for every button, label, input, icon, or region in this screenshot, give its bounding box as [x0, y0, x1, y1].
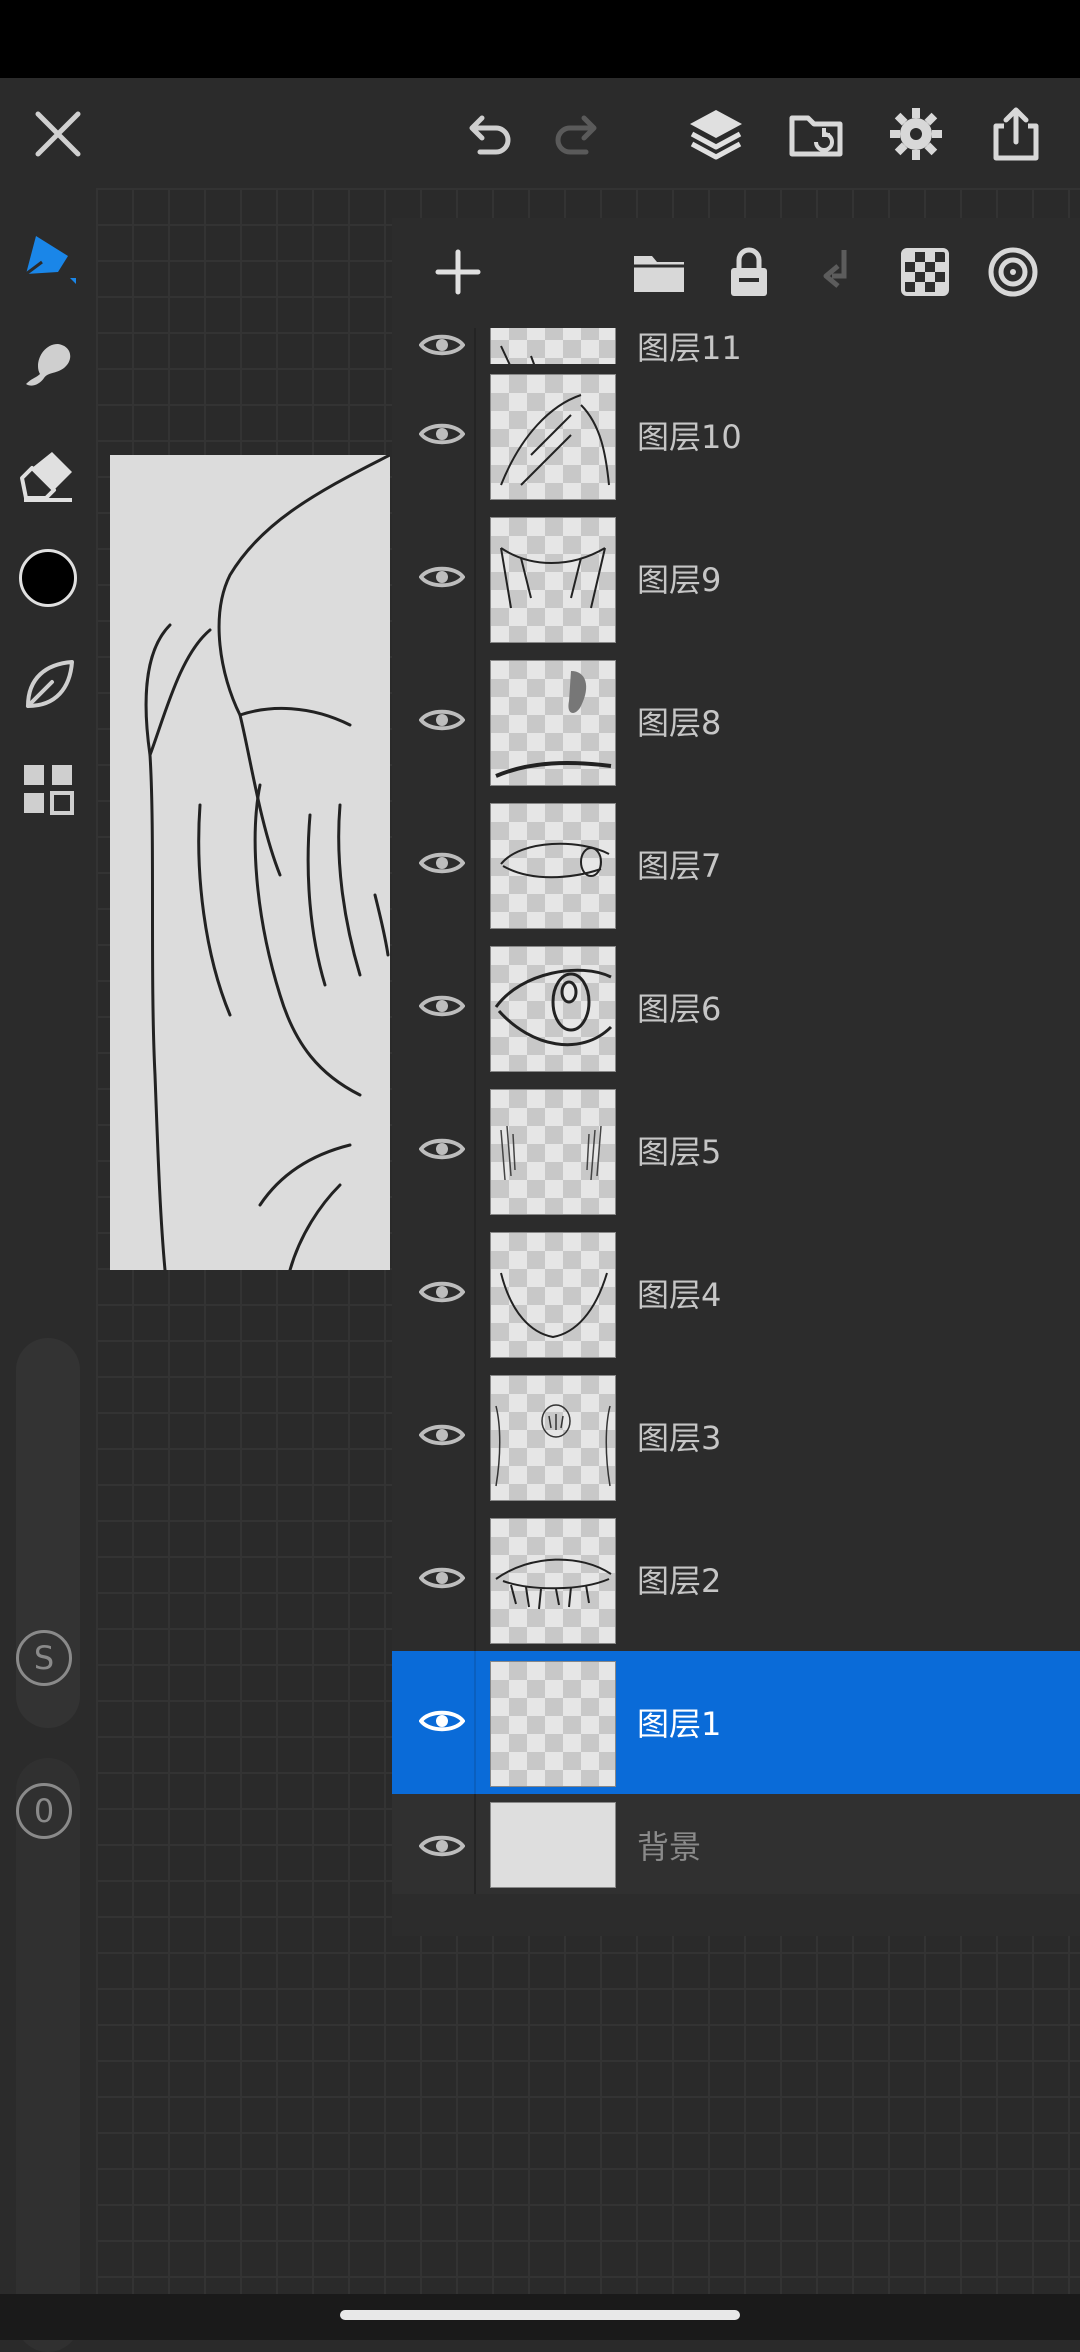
top-toolbar: [0, 78, 1080, 188]
share-icon[interactable]: [980, 98, 1052, 170]
layer-name: 图层4: [637, 1276, 722, 1314]
layer-row[interactable]: 图层10: [392, 364, 1080, 508]
eye-icon[interactable]: [412, 1691, 472, 1751]
layer-name: 图层10: [637, 418, 742, 456]
row-divider: [474, 507, 476, 650]
eye-icon[interactable]: [412, 976, 472, 1036]
layer-row[interactable]: 图层7: [392, 793, 1080, 937]
layer-name: 图层1: [637, 1705, 722, 1743]
row-divider: [474, 1508, 476, 1651]
layer-row[interactable]: 图层5: [392, 1079, 1080, 1223]
eye-icon[interactable]: [412, 1816, 472, 1876]
eye-icon[interactable]: [412, 1405, 472, 1465]
navigation-bar: [0, 2294, 1080, 2340]
home-indicator[interactable]: [340, 2310, 740, 2320]
eye-icon[interactable]: [412, 404, 472, 464]
eraser-icon[interactable]: [12, 438, 84, 510]
status-bar: [0, 0, 1080, 78]
add-icon[interactable]: [422, 236, 494, 308]
layer-row[interactable]: 图层2: [392, 1508, 1080, 1652]
tool-sidebar: S 0: [0, 188, 96, 2352]
active-color-swatch: [19, 549, 77, 607]
layer-name: 图层5: [637, 1133, 722, 1171]
layer-thumbnail: [490, 660, 616, 786]
row-divider: [474, 1651, 476, 1794]
layer-name: 图层11: [637, 329, 742, 367]
layers-toolbar: [392, 218, 1080, 328]
layer-thumbnail: [490, 1089, 616, 1215]
row-divider: [474, 793, 476, 936]
size-badge: S: [16, 1630, 72, 1686]
eye-icon[interactable]: [412, 1119, 472, 1179]
layer-row[interactable]: 图层8: [392, 650, 1080, 794]
layer-thumbnail: [490, 517, 616, 643]
layer-name: 图层7: [637, 847, 722, 885]
row-divider: [474, 936, 476, 1079]
row-divider: [474, 364, 476, 507]
layer-thumbnail: [490, 803, 616, 929]
row-divider: [474, 1222, 476, 1365]
redo-icon[interactable]: [542, 98, 614, 170]
eye-icon[interactable]: [412, 833, 472, 893]
opacity-slider[interactable]: [16, 1758, 80, 2352]
eye-icon[interactable]: [412, 1548, 472, 1608]
layer-name: 图层3: [637, 1419, 722, 1457]
eye-icon[interactable]: [412, 690, 472, 750]
row-divider: [474, 1794, 476, 1894]
opacity-badge: 0: [16, 1783, 72, 1839]
layer-row[interactable]: 图层9: [392, 507, 1080, 651]
gear-icon[interactable]: [880, 98, 952, 170]
checker-icon[interactable]: [889, 236, 961, 308]
lock-icon[interactable]: [713, 236, 785, 308]
merge-down-icon[interactable]: [802, 236, 874, 308]
layer-row-background[interactable]: 背景: [392, 1794, 1080, 1894]
row-divider: [474, 1365, 476, 1508]
layer-thumbnail: [490, 1375, 616, 1501]
folder-icon[interactable]: [623, 236, 695, 308]
blend-icon[interactable]: [977, 236, 1049, 308]
layer-thumbnail: [490, 1518, 616, 1644]
layer-name: 图层6: [637, 990, 722, 1028]
smudge-icon[interactable]: [12, 328, 84, 400]
layers-icon[interactable]: [680, 98, 752, 170]
layer-row[interactable]: 图层6: [392, 936, 1080, 1080]
layer-name: 图层2: [637, 1562, 722, 1600]
undo-icon[interactable]: [452, 98, 524, 170]
grid-icon[interactable]: [12, 753, 84, 825]
import-icon[interactable]: [780, 98, 852, 170]
layer-name: 背景: [637, 1828, 702, 1866]
layers-panel: 图层11 图层10 图层9 图层8 图层7 图层6 图层5 图层4 图层3 图层…: [392, 218, 1080, 1936]
color-icon[interactable]: [12, 542, 84, 614]
eye-icon[interactable]: [412, 547, 472, 607]
layer-row-selected[interactable]: 图层1: [392, 1651, 1080, 1795]
layer-thumbnail: [490, 1661, 616, 1787]
eye-icon[interactable]: [412, 1262, 472, 1322]
layer-row[interactable]: 图层4: [392, 1222, 1080, 1366]
layer-thumbnail: [490, 1232, 616, 1358]
layer-thumbnail: [490, 374, 616, 500]
close-icon[interactable]: [22, 98, 94, 170]
layer-thumbnail: [490, 946, 616, 1072]
layer-thumbnail: [490, 1802, 616, 1888]
leaf-icon[interactable]: [12, 648, 84, 720]
layer-row[interactable]: 图层3: [392, 1365, 1080, 1509]
artwork-sketch[interactable]: [110, 455, 390, 1270]
layer-name: 图层8: [637, 704, 722, 742]
row-divider: [474, 1079, 476, 1222]
row-divider: [474, 650, 476, 793]
pen-icon[interactable]: [12, 222, 84, 294]
layer-name: 图层9: [637, 561, 722, 599]
